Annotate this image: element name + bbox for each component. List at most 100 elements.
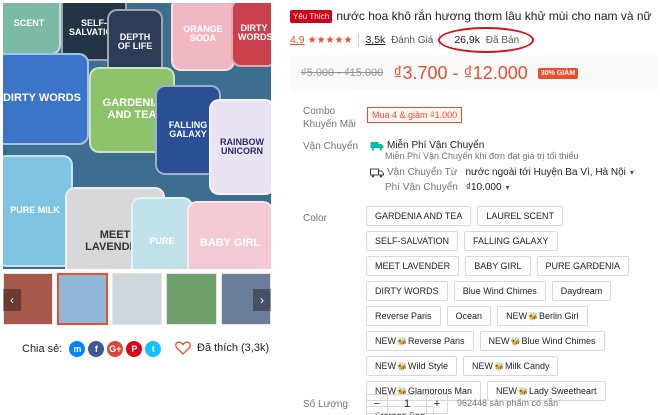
color-option[interactable]: SELF-SALVATION <box>366 231 459 251</box>
rating-stars-icon: ★★★★★ <box>307 34 353 46</box>
quantity-input[interactable]: 1 <box>387 395 427 413</box>
color-option-label: FALLING GALAXY <box>473 236 549 246</box>
like-row[interactable]: Đã thích (3,3k) <box>175 341 269 355</box>
sale-price: ₫3.700 - ₫12.000 <box>393 62 528 83</box>
color-option-label: Lady Sweetheart <box>528 386 597 396</box>
perfume-tin: BABY GIRL <box>187 201 271 269</box>
color-option[interactable]: Reverse Paris <box>366 306 441 326</box>
perfume-tin: SCENT <box>3 3 61 55</box>
color-option[interactable]: Blue Wind Chimes <box>453 281 546 301</box>
new-prefix: NEW <box>375 336 396 346</box>
color-option[interactable]: FALLING GALAXY <box>464 231 558 251</box>
bee-icon: 🐝 <box>528 311 539 321</box>
color-option[interactable]: Daydream <box>551 281 612 301</box>
color-option[interactable]: MEET LAVENDER <box>366 256 460 276</box>
color-option-label: SELF-SALVATION <box>375 236 450 246</box>
new-prefix: NEW <box>496 386 517 396</box>
color-option[interactable]: NEW 🐝 Berlin Girl <box>497 306 588 326</box>
free-shipping-subtext: Miễn Phí Vận Chuyển khi đơn đạt giá trị … <box>385 151 579 161</box>
product-gallery: SCENT SELF-SALVATION DEPTH OF LIFE ORANGE S… <box>3 3 271 269</box>
bee-icon: 🐝 <box>397 361 407 371</box>
stock-available: 962448 sản phẩm có sẵn <box>457 398 559 408</box>
color-option[interactable]: LAUREL SCENT <box>477 206 564 226</box>
color-option-label: BABY GIRL <box>474 261 522 271</box>
color-option[interactable]: PURE GARDENIA <box>536 256 630 276</box>
thumbnail-strip: ‹ › <box>3 273 271 325</box>
product-title: nước hoa khô rắn hương thơm lâu khử mùi … <box>336 9 652 23</box>
color-option[interactable]: Ocean <box>446 306 492 326</box>
color-options: GARDENIA AND TEA LAUREL SCENT SELF-SALVATI… <box>366 206 656 415</box>
color-option-label: Blue Wind Chimes <box>521 336 596 346</box>
stats-row: 4.9 ★★★★★ 3,5k Đánh Giá 26,9k Đã Bán <box>290 27 535 53</box>
combo-tag[interactable]: Mua 4 & giảm ₫1.000 <box>367 107 463 123</box>
chevron-down-icon: ▾ <box>505 183 510 192</box>
ship-from-label: Vận Chuyển Từ <box>387 167 458 178</box>
like-count: Đã thích (3,3k) <box>197 342 270 354</box>
thumbnail[interactable] <box>57 273 108 325</box>
reviews-count: 3,5k <box>365 34 386 46</box>
original-price: ₫5.000 - ₫15.000 <box>301 67 384 79</box>
ship-from-row[interactable]: Vận Chuyển Từ nước ngoài tới Huyện Ba Vì… <box>370 167 634 178</box>
highlight-ellipse <box>438 27 535 53</box>
shipping-fee-row[interactable]: Phí Vận Chuyển ₫10.000 ▾ <box>385 182 510 193</box>
perfume-tin: PURE <box>131 197 193 269</box>
messenger-icon[interactable]: m <box>69 341 86 357</box>
facebook-icon[interactable]: f <box>88 341 105 357</box>
color-option-label: LAUREL SCENT <box>486 211 555 221</box>
color-option[interactable]: BABY GIRL <box>465 256 531 276</box>
chevron-left-icon[interactable]: ‹ <box>3 289 21 311</box>
quantity-label: Số Lượng <box>303 399 348 410</box>
color-option-label: Berlin Girl <box>539 311 579 321</box>
discount-badge: 30% GIẢM <box>537 67 579 79</box>
quantity-decrease-button[interactable]: − <box>367 395 387 413</box>
perfume-tin: DIRTY WORDS <box>3 53 89 145</box>
color-option[interactable]: NEW 🐝 Milk Candy <box>462 356 559 376</box>
chevron-right-icon[interactable]: › <box>253 289 271 311</box>
color-option[interactable]: NEW 🐝 Wild Style <box>366 356 457 376</box>
shipping-fee-label: Phí Vận Chuyển <box>385 182 458 193</box>
thumbnail[interactable] <box>166 273 217 325</box>
favorite-badge: Yêu Thích <box>290 10 333 23</box>
thumbnail[interactable] <box>111 273 163 325</box>
reviews-link[interactable]: 3,5k Đánh Giá <box>365 34 433 46</box>
free-shipping-row: Miễn Phí Vận Chuyển <box>370 140 484 151</box>
new-prefix: NEW <box>506 311 528 321</box>
pinterest-icon[interactable]: P <box>126 341 143 357</box>
perfume-tin: PURE MILK <box>3 155 73 267</box>
share-label: Chia sẻ: <box>22 343 63 355</box>
color-option[interactable]: NEW 🐝 Reverse Paris <box>366 331 474 351</box>
twitter-icon[interactable]: t <box>145 341 162 357</box>
color-option-label: DIRTY WORDS <box>375 286 439 296</box>
divider <box>358 33 360 47</box>
share-row: Chia sẻ: m f G+ Pt <box>22 341 162 357</box>
perfume-tin: DEPTH OF LIFE <box>107 9 163 75</box>
color-option[interactable]: DIRTY WORDS <box>366 281 448 301</box>
perfume-tin: RAINBOW UNICORN <box>209 99 271 195</box>
color-option-label: Blue Wind Chimes <box>462 286 537 296</box>
color-label: Color <box>303 213 327 224</box>
new-prefix: NEW <box>471 361 493 371</box>
perfume-tin: DIRTY WORDS <box>231 3 271 67</box>
chevron-down-icon: ▾ <box>629 168 634 177</box>
ship-from-value: nước ngoài tới Huyện Ba Vì, Hà Nội <box>465 167 626 178</box>
bee-icon: 🐝 <box>397 336 407 346</box>
rating-value[interactable]: 4.9 <box>290 34 305 46</box>
color-option[interactable]: GARDENIA AND TEA <box>366 206 472 226</box>
quantity-increase-button[interactable]: + <box>427 395 447 413</box>
shipping-fee-value: ₫10.000 <box>465 182 502 193</box>
truck-icon <box>370 168 384 177</box>
main-product-image[interactable]: SCENT SELF-SALVATION DEPTH OF LIFE ORANGE S… <box>3 3 271 269</box>
heart-icon <box>175 341 191 355</box>
color-option-label: Daydream <box>560 286 603 296</box>
color-option[interactable]: NEW 🐝 Blue Wind Chimes <box>479 331 605 351</box>
combo-label: Combo Khuyến Mãi <box>303 106 356 130</box>
color-option-label: Reverse Paris <box>375 311 432 321</box>
bee-icon: 🐝 <box>518 386 528 396</box>
price-box: ₫5.000 - ₫15.000 ₫3.700 - ₫12.000 30% GI… <box>290 55 658 91</box>
color-option-label: Wild Style <box>407 361 448 371</box>
google-icon[interactable]: G+ <box>107 341 124 357</box>
reviews-label: Đánh Giá <box>391 35 434 46</box>
quantity-stepper: − 1 + <box>366 394 448 414</box>
color-option-label: Ocean <box>455 311 483 321</box>
color-option-label: GARDENIA AND TEA <box>375 211 463 221</box>
